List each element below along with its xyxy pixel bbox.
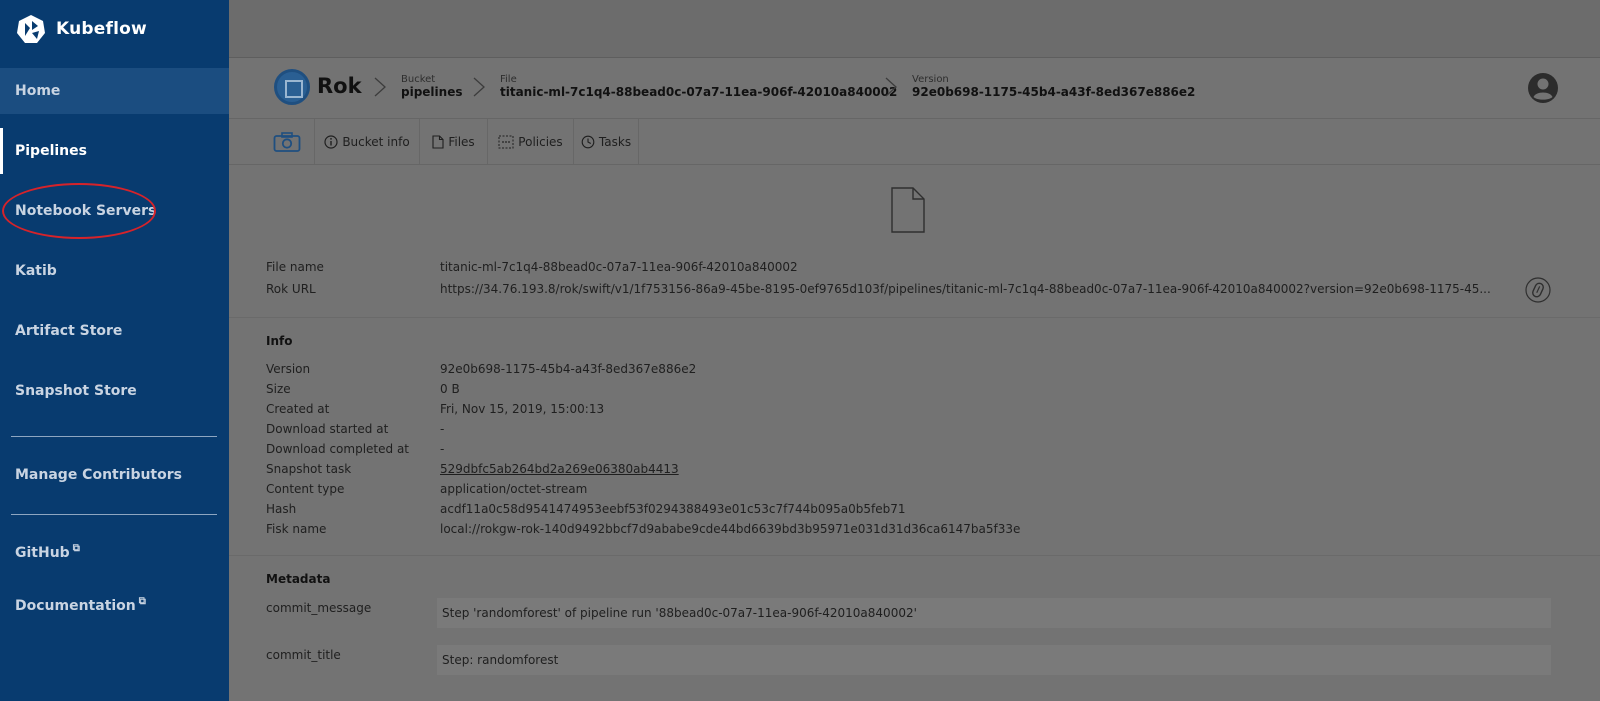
field-value: application/octet-stream bbox=[440, 482, 588, 496]
tab-label: Bucket info bbox=[342, 134, 410, 149]
external-link-icon: ⧉ bbox=[72, 543, 80, 554]
sidebar-item-label: Snapshot Store bbox=[15, 383, 137, 399]
tab-label: Files bbox=[448, 134, 475, 149]
external-link-icon: ⧉ bbox=[138, 596, 146, 607]
tab-label: Policies bbox=[518, 134, 563, 149]
field-label: File name bbox=[266, 260, 324, 274]
sidebar-item-pipelines[interactable]: Pipelines bbox=[0, 128, 229, 174]
chevron-right-icon bbox=[473, 77, 485, 97]
sidebar-item-katib[interactable]: Katib bbox=[0, 248, 229, 294]
field-value: Fri, Nov 15, 2019, 15:00:13 bbox=[440, 402, 605, 416]
snapshot-button[interactable] bbox=[264, 119, 315, 164]
sidebar-item-label: GitHub bbox=[15, 545, 70, 561]
field-value: local://rokgw-rok-140d9492bbcf7d9ababe9c… bbox=[440, 522, 1021, 536]
chevron-right-icon bbox=[374, 77, 386, 97]
field-value: https://34.76.193.8/rok/swift/v1/1f75315… bbox=[440, 282, 1491, 296]
highlight-annotation bbox=[2, 183, 156, 239]
top-bar bbox=[229, 0, 1600, 58]
sidebar-divider bbox=[11, 436, 217, 437]
breadcrumb-label: File bbox=[500, 74, 517, 85]
brand[interactable]: Kubeflow bbox=[16, 14, 147, 44]
sidebar-item-label: Pipelines bbox=[15, 143, 87, 159]
chevron-right-icon bbox=[885, 77, 897, 97]
breadcrumb-value: titanic-ml-7c1q4-88bead0c-07a7-11ea-906f… bbox=[500, 85, 898, 99]
sidebar-item-label: Documentation bbox=[15, 598, 136, 614]
kubeflow-logo-icon bbox=[17, 15, 45, 43]
field-label: Created at bbox=[266, 402, 330, 416]
field-value: 0 B bbox=[440, 382, 460, 396]
sidebar-item-label: Home bbox=[15, 83, 61, 99]
breadcrumb-label: Version bbox=[912, 74, 949, 85]
sidebar-item-github[interactable]: GitHub ⧉ bbox=[0, 530, 229, 576]
tab-tasks[interactable]: Tasks bbox=[574, 119, 639, 164]
field-label: Content type bbox=[266, 482, 345, 496]
main-content: Rok Bucket pipelines File titanic-ml-7c1… bbox=[229, 58, 1600, 701]
sidebar-item-label: Artifact Store bbox=[15, 323, 123, 339]
field-label: Size bbox=[266, 382, 291, 396]
sidebar-item-label: Manage Contributors bbox=[15, 467, 182, 483]
breadcrumb-bucket[interactable]: Bucket pipelines bbox=[401, 74, 462, 99]
breadcrumb-file[interactable]: File titanic-ml-7c1q4-88bead0c-07a7-11ea… bbox=[500, 74, 897, 99]
breadcrumb-version[interactable]: Version 92e0b698-1175-45b4-a43f-8ed367e8… bbox=[912, 74, 1195, 99]
brand-name: Kubeflow bbox=[56, 19, 147, 39]
account-avatar-icon[interactable] bbox=[1527, 72, 1559, 104]
snapshot-task-link[interactable]: 529dbfc5ab264bd2a269e06380ab4413 bbox=[440, 462, 679, 476]
camera-icon bbox=[273, 131, 301, 152]
sidebar-item-documentation[interactable]: Documentation ⧉ bbox=[0, 583, 229, 629]
field-value: - bbox=[440, 442, 445, 456]
field-value: acdf11a0c58d9541474953eebf53f0294388493e… bbox=[440, 502, 906, 516]
sidebar-divider bbox=[11, 514, 217, 515]
rok-logo-icon[interactable] bbox=[274, 69, 310, 105]
tab-files[interactable]: Files bbox=[420, 119, 488, 164]
breadcrumb-value: 92e0b698-1175-45b4-a43f-8ed367e886e2 bbox=[912, 85, 1196, 99]
field-label: Snapshot task bbox=[266, 462, 352, 476]
toolbar: Bucket info Files Policies Tasks bbox=[229, 118, 1600, 165]
field-value: titanic-ml-7c1q4-88bead0c-07a7-11ea-906f… bbox=[440, 260, 798, 274]
field-label: Hash bbox=[266, 502, 297, 516]
clock-icon bbox=[581, 135, 595, 148]
field-label: Rok URL bbox=[266, 282, 316, 296]
file-icon bbox=[432, 134, 444, 149]
section-title-info: Info bbox=[266, 334, 293, 348]
field-value: - bbox=[440, 422, 445, 436]
field-label: Download started at bbox=[266, 422, 389, 436]
field-label: commit_message bbox=[266, 601, 372, 615]
rok-header: Rok Bucket pipelines File titanic-ml-7c1… bbox=[229, 58, 1600, 118]
info-icon bbox=[324, 134, 338, 149]
app-title[interactable]: Rok bbox=[317, 74, 362, 98]
sidebar-item-label: Katib bbox=[15, 263, 57, 279]
metadata-value-box[interactable]: Step: randomforest bbox=[437, 645, 1551, 675]
tab-bucket-info[interactable]: Bucket info bbox=[315, 119, 420, 164]
metadata-value-box[interactable]: Step 'randomforest' of pipeline run '88b… bbox=[437, 598, 1551, 628]
divider bbox=[229, 555, 1600, 556]
field-label: Fisk name bbox=[266, 522, 327, 536]
policy-icon bbox=[498, 135, 514, 148]
field-label: Download completed at bbox=[266, 442, 410, 456]
sidebar-item-snapshot-store[interactable]: Snapshot Store bbox=[0, 368, 229, 414]
sidebar: Kubeflow Home Pipelines Notebook Servers… bbox=[0, 0, 229, 701]
breadcrumb-label: Bucket bbox=[401, 74, 436, 85]
document-icon bbox=[891, 187, 925, 233]
breadcrumb-value: pipelines bbox=[401, 85, 463, 99]
sidebar-item-home[interactable]: Home bbox=[0, 68, 229, 114]
field-value: 92e0b698-1175-45b4-a43f-8ed367e886e2 bbox=[440, 362, 697, 376]
copy-link-icon[interactable] bbox=[1525, 277, 1551, 303]
tab-label: Tasks bbox=[598, 134, 632, 149]
field-label: commit_title bbox=[266, 648, 341, 662]
sidebar-item-artifact-store[interactable]: Artifact Store bbox=[0, 308, 229, 354]
tab-policies[interactable]: Policies bbox=[488, 119, 574, 164]
divider bbox=[229, 317, 1600, 318]
section-title-metadata: Metadata bbox=[266, 572, 331, 586]
field-label: Version bbox=[266, 362, 311, 376]
sidebar-item-manage-contributors[interactable]: Manage Contributors bbox=[0, 452, 229, 498]
